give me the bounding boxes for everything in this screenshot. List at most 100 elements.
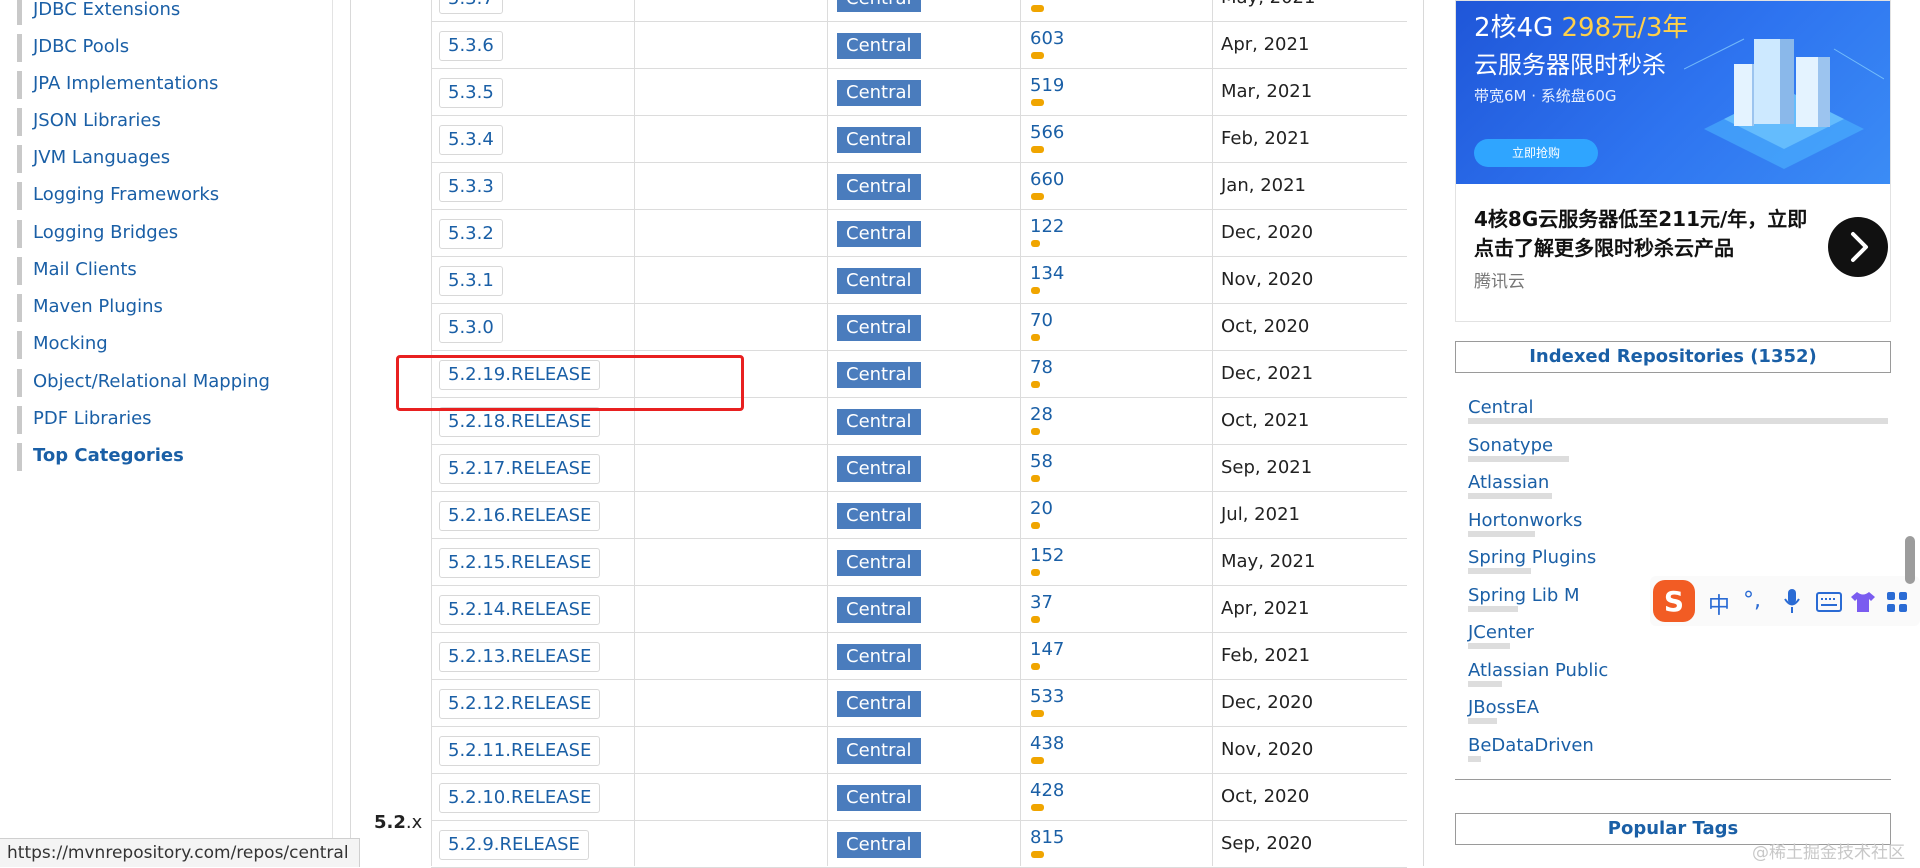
version-link[interactable]: 5.2.11.RELEASE xyxy=(439,736,601,766)
repository-badge[interactable]: Central xyxy=(837,0,921,12)
ad-body-text[interactable]: 4核8G云服务器低至211元/年，立即点击了解更多限时秒杀云产品 xyxy=(1474,205,1814,263)
usages-link[interactable]: 20 xyxy=(1030,498,1053,520)
repository-link[interactable]: Atlassian xyxy=(1468,471,1549,495)
ime-mode-toggle[interactable]: 中 xyxy=(1708,588,1730,620)
category-link[interactable]: JVM Languages xyxy=(17,145,170,173)
repository-badge[interactable]: Central xyxy=(837,362,921,388)
version-row: 5.3.2 Central 122 Dec, 2020 xyxy=(351,210,1407,257)
version-link[interactable]: 5.3.2 xyxy=(439,219,503,249)
ad-banner-image[interactable]: 2核4G 298元/3年 云服务器限时秒杀 带宽6M · 系统盘60G 立即抢购 xyxy=(1456,1,1890,184)
usages-link[interactable]: 70 xyxy=(1030,310,1053,332)
repository-link[interactable]: BeDataDriven xyxy=(1468,734,1594,758)
repository-badge[interactable]: Central xyxy=(837,409,921,435)
scrollbar-thumb[interactable] xyxy=(1905,536,1915,584)
usages-link[interactable]: 438 xyxy=(1030,733,1064,755)
top-categories-link[interactable]: Top Categories xyxy=(17,443,184,471)
version-link[interactable]: 5.2.9.RELEASE xyxy=(439,830,589,860)
ad-card[interactable]: 2核4G 298元/3年 云服务器限时秒杀 带宽6M · 系统盘60G 立即抢购… xyxy=(1455,0,1891,322)
repository-badge[interactable]: Central xyxy=(837,644,921,670)
category-link[interactable]: Maven Plugins xyxy=(17,294,163,322)
usages-link[interactable]: 152 xyxy=(1030,545,1064,567)
keyboard-icon[interactable] xyxy=(1816,592,1842,612)
version-link[interactable]: 5.3.0 xyxy=(439,313,503,343)
repository-link[interactable]: Sonatype xyxy=(1468,434,1553,458)
usages-link[interactable]: 134 xyxy=(1030,263,1064,285)
repository-link[interactable]: JBossEA xyxy=(1468,696,1539,720)
repository-badge[interactable]: Central xyxy=(837,738,921,764)
repository-badge[interactable]: Central xyxy=(837,268,921,294)
ime-punctuation-toggle[interactable]: °, xyxy=(1743,588,1761,613)
usages-link[interactable]: 28 xyxy=(1030,404,1053,426)
version-link[interactable]: 5.3.4 xyxy=(439,125,503,155)
version-link[interactable]: 5.3.6 xyxy=(439,31,503,61)
version-link[interactable]: 5.3.5 xyxy=(439,78,503,108)
repository-link[interactable]: Hortonworks xyxy=(1468,509,1582,533)
repository-badge[interactable]: Central xyxy=(837,127,921,153)
category-link[interactable]: JDBC Extensions xyxy=(17,0,180,25)
ime-toolbar[interactable]: S 中 °, xyxy=(1650,576,1920,626)
usages-link[interactable]: 147 xyxy=(1030,639,1064,661)
usages-link[interactable]: 660 xyxy=(1030,169,1064,191)
repository-link[interactable]: Spring Plugins xyxy=(1468,546,1596,570)
usages-link[interactable]: 78 xyxy=(1030,357,1053,379)
category-link[interactable]: Logging Frameworks xyxy=(17,182,219,210)
usage-bar xyxy=(1031,475,1040,482)
repository-badge[interactable]: Central xyxy=(837,80,921,106)
category-link[interactable]: Mocking xyxy=(17,331,108,359)
version-link[interactable]: 5.3.1 xyxy=(439,266,503,296)
repository-badge[interactable]: Central xyxy=(837,174,921,200)
sogou-logo-icon[interactable]: S xyxy=(1650,577,1698,625)
version-link[interactable]: 5.3.7 xyxy=(439,0,503,14)
category-link[interactable]: JDBC Pools xyxy=(17,34,129,62)
repository-link[interactable]: Atlassian Public xyxy=(1468,659,1608,683)
repository-badge[interactable]: Central xyxy=(837,597,921,623)
repository-link[interactable]: Central xyxy=(1468,396,1534,420)
version-link[interactable]: 5.2.18.RELEASE xyxy=(439,407,601,437)
version-link[interactable]: 5.2.17.RELEASE xyxy=(439,454,601,484)
ad-brand: 腾讯云 xyxy=(1474,272,1525,292)
release-date: Nov, 2020 xyxy=(1221,269,1314,290)
usages-link[interactable]: 428 xyxy=(1030,780,1064,802)
repository-badge[interactable]: Central xyxy=(837,832,921,858)
repository-badge[interactable]: Central xyxy=(837,785,921,811)
apps-icon[interactable] xyxy=(1886,591,1908,613)
repository-badge[interactable]: Central xyxy=(837,221,921,247)
version-link[interactable]: 5.2.12.RELEASE xyxy=(439,689,601,719)
version-link[interactable]: 5.2.15.RELEASE xyxy=(439,548,601,578)
repository-badge[interactable]: Central xyxy=(837,691,921,717)
usages-link[interactable]: 566 xyxy=(1030,122,1064,144)
category-link[interactable]: Object/Relational Mapping xyxy=(17,369,270,397)
repository-badge[interactable]: Central xyxy=(837,33,921,59)
category-link[interactable]: JSON Libraries xyxy=(17,108,161,136)
ad-subhead: 云服务器限时秒杀 xyxy=(1474,51,1666,79)
usages-link[interactable]: 58 xyxy=(1030,451,1053,473)
category-link[interactable]: PDF Libraries xyxy=(17,406,152,434)
usages-link[interactable]: 519 xyxy=(1030,75,1064,97)
indexed-repositories-header[interactable]: Indexed Repositories (1352) xyxy=(1455,341,1891,373)
usages-link[interactable]: 37 xyxy=(1030,592,1053,614)
version-link[interactable]: 5.2.14.RELEASE xyxy=(439,595,601,625)
category-link[interactable]: Logging Bridges xyxy=(17,220,178,248)
version-link[interactable]: 5.2.13.RELEASE xyxy=(439,642,601,672)
usages-link[interactable]: 603 xyxy=(1030,28,1064,50)
repository-link[interactable]: Spring Lib M xyxy=(1468,584,1580,608)
version-link[interactable]: 5.3.3 xyxy=(439,172,503,202)
repository-badge[interactable]: Central xyxy=(837,456,921,482)
usages-link[interactable]: 815 xyxy=(1030,827,1064,849)
server-illustration-icon xyxy=(1684,38,1884,169)
version-link[interactable]: 5.2.10.RELEASE xyxy=(439,783,601,813)
microphone-icon[interactable] xyxy=(1783,588,1801,614)
category-link[interactable]: JPA Implementations xyxy=(17,71,218,99)
usages-link[interactable]: 533 xyxy=(1030,686,1064,708)
repository-link[interactable]: JCenter xyxy=(1468,621,1534,645)
repository-badge[interactable]: Central xyxy=(837,315,921,341)
ad-cta-button[interactable]: 立即抢购 xyxy=(1474,139,1598,167)
repository-badge[interactable]: Central xyxy=(837,503,921,529)
ad-next-button[interactable] xyxy=(1828,217,1888,277)
repository-badge[interactable]: Central xyxy=(837,550,921,576)
usages-link[interactable]: 122 xyxy=(1030,216,1064,238)
ad-specs: 带宽6M · 系统盘60G xyxy=(1474,87,1617,105)
category-link[interactable]: Mail Clients xyxy=(17,257,137,285)
version-link[interactable]: 5.2.16.RELEASE xyxy=(439,501,601,531)
skin-icon[interactable] xyxy=(1850,590,1876,614)
